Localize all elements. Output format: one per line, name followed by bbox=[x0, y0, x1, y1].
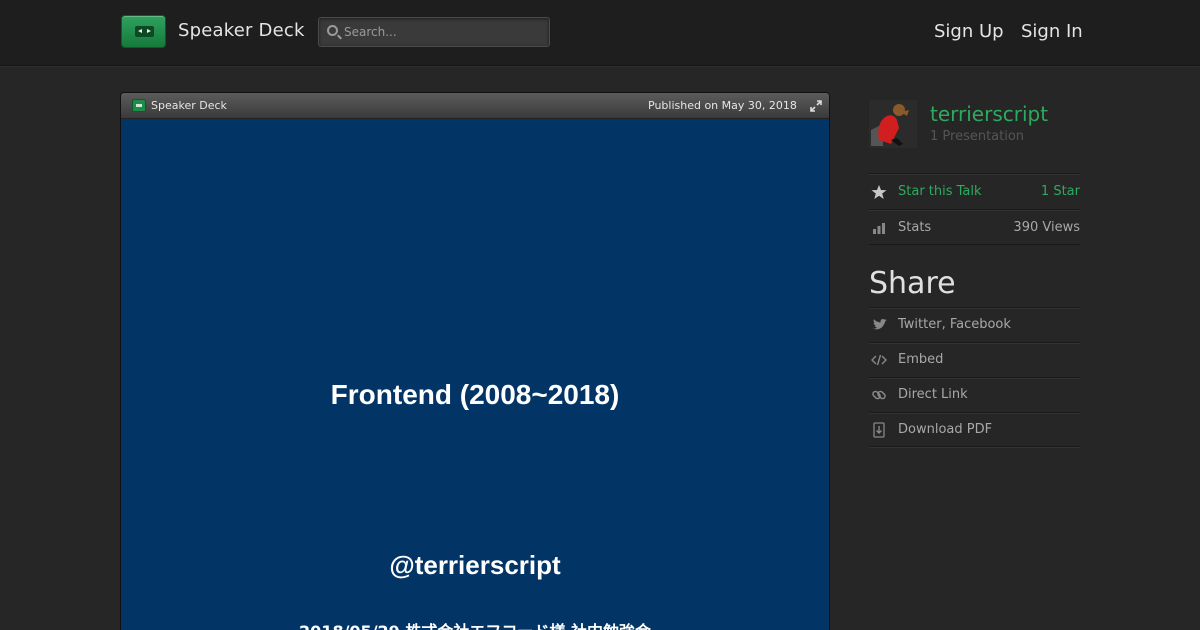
bar-chart-icon bbox=[873, 223, 885, 234]
link-icon bbox=[872, 390, 886, 400]
share-direct-link-label: Direct Link bbox=[898, 387, 968, 402]
share-download-pdf[interactable]: Download PDF bbox=[869, 412, 1080, 447]
share-embed-label: Embed bbox=[898, 352, 944, 367]
view-count: 390 Views bbox=[1013, 220, 1080, 235]
search-icon bbox=[327, 25, 338, 36]
share-twitter-facebook[interactable]: Twitter, Facebook bbox=[869, 307, 1080, 342]
download-icon bbox=[873, 422, 885, 438]
fullscreen-expand-icon[interactable] bbox=[810, 100, 822, 112]
sign-up-link[interactable]: Sign Up bbox=[934, 21, 1004, 42]
stats-label: Stats bbox=[898, 220, 932, 235]
search-input[interactable] bbox=[344, 22, 544, 42]
bird-icon bbox=[872, 319, 887, 330]
slide-author: @terrierscript bbox=[389, 550, 561, 580]
published-date: Published on May 30, 2018 bbox=[648, 99, 797, 112]
share-heading: Share bbox=[869, 266, 956, 301]
talk-meta-list: Star this Talk 1 Star Stats 390 Views bbox=[869, 173, 1080, 245]
star-talk-row[interactable]: Star this Talk 1 Star bbox=[869, 173, 1080, 209]
slide-date-line: 2018/05/29 株式会社エフコード様 社内勉強会 bbox=[121, 618, 829, 630]
share-embed[interactable]: Embed bbox=[869, 342, 1080, 377]
owner-presentation-count: 1 Presentation bbox=[930, 129, 1025, 144]
share-direct-link[interactable]: Direct Link bbox=[869, 377, 1080, 412]
slide-player: Speaker Deck Published on May 30, 2018 F… bbox=[120, 92, 830, 630]
star-icon bbox=[871, 185, 887, 199]
owner-avatar[interactable] bbox=[869, 100, 917, 148]
speakerdeck-logo-icon[interactable] bbox=[121, 15, 166, 48]
player-toolbar: Speaker Deck Published on May 30, 2018 bbox=[121, 93, 829, 119]
player-brand-label[interactable]: Speaker Deck bbox=[151, 99, 227, 112]
sign-in-link[interactable]: Sign In bbox=[1021, 21, 1083, 42]
code-icon bbox=[871, 354, 887, 366]
owner-name-link[interactable]: terrierscript bbox=[930, 102, 1048, 126]
slide-title: Frontend (2008~2018) bbox=[330, 379, 620, 410]
star-talk-label: Star this Talk bbox=[898, 184, 982, 199]
top-navigation-bar: Speaker Deck Sign Up Sign In bbox=[0, 0, 1200, 66]
search-box bbox=[318, 17, 550, 47]
current-slide[interactable]: Frontend (2008~2018) @terrierscript 2018… bbox=[121, 119, 829, 630]
share-twitter-facebook-label: Twitter, Facebook bbox=[898, 317, 1011, 332]
brand-link[interactable]: Speaker Deck bbox=[178, 20, 305, 41]
speakerdeck-mini-logo-icon bbox=[132, 99, 146, 112]
star-count: 1 Star bbox=[1040, 184, 1080, 199]
stats-row[interactable]: Stats 390 Views bbox=[869, 209, 1080, 245]
share-download-pdf-label: Download PDF bbox=[898, 422, 993, 437]
share-list: Twitter, Facebook Embed Direct Link Down… bbox=[869, 307, 1080, 447]
